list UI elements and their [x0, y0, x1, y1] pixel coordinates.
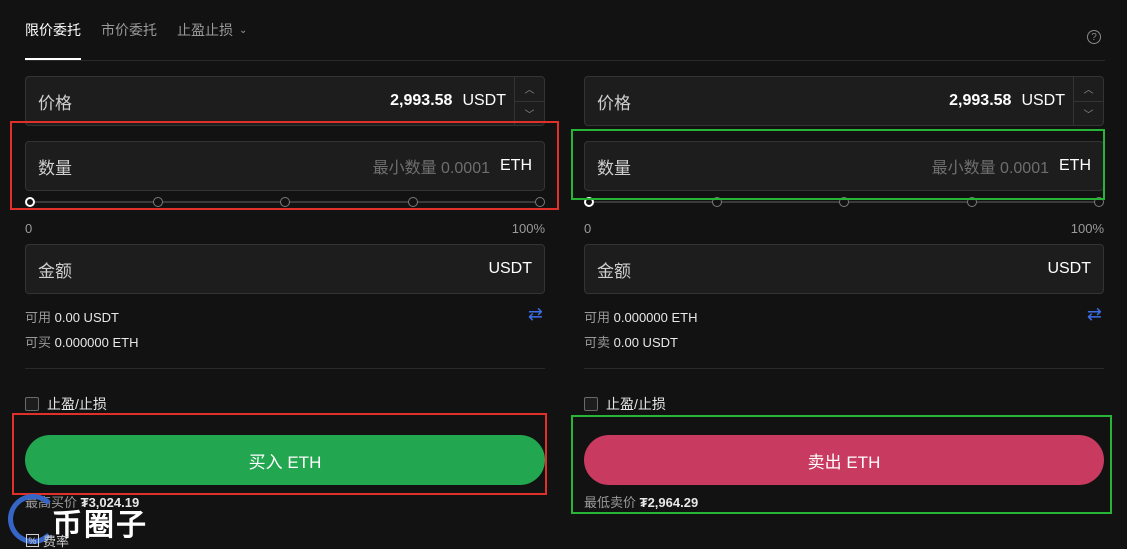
swap-arrows-icon[interactable]: ⇄ [1087, 304, 1102, 325]
amount-label: 金额 [597, 261, 631, 281]
price-stepper: ︿ ﹀ [1073, 77, 1103, 125]
tp-sl-checkbox[interactable]: 止盈/止损 [584, 394, 666, 414]
available-value: 0.000000 ETH [613, 310, 698, 325]
sell-amount-input[interactable]: 金额 USDT [584, 244, 1104, 294]
slider-min-label: 0 [584, 221, 592, 236]
decrement-icon[interactable]: ﹀ [1074, 102, 1103, 126]
slider-step-25[interactable] [711, 197, 722, 207]
sell-price-input[interactable]: 价格 2,993.58 USDT ︿ ﹀ [584, 76, 1104, 126]
max-sell: 可卖 0.00 USDT [584, 332, 678, 351]
slider-handle[interactable] [25, 197, 35, 207]
slider-max-label: 100% [1070, 221, 1104, 236]
quantity-unit: ETH [1059, 157, 1091, 174]
available-balance: 可用 0.00 USDT [25, 307, 119, 326]
amount-unit: USDT [1047, 260, 1091, 277]
sell-button[interactable]: 卖出 ETH [584, 435, 1104, 485]
section-divider [584, 368, 1104, 369]
quantity-label: 数量 [597, 158, 631, 178]
slider-step-75[interactable] [966, 197, 977, 207]
slider-labels: 0 100% [25, 221, 545, 236]
quantity-label: 数量 [38, 158, 72, 178]
price-unit: USDT [462, 92, 506, 109]
sell-panel: 价格 2,993.58 USDT ︿ ﹀ 数量 最小数量 0.0001 ETH … [584, 0, 1104, 549]
min-sell-price-label: 最低卖价 [584, 495, 637, 510]
amount-label: 金额 [38, 261, 72, 281]
buy-panel: 价格 2,993.58 USDT ︿ ﹀ 数量 最小数量 0.0001 ETH … [25, 0, 545, 549]
price-value: 2,993.58 [949, 92, 1012, 109]
slider-handle[interactable] [584, 197, 594, 207]
percent-icon: % [26, 534, 39, 547]
checkbox-icon[interactable] [25, 397, 39, 411]
swap-arrows-icon[interactable]: ⇄ [528, 304, 543, 325]
max-sell-value: 0.00 USDT [613, 335, 678, 350]
fee-rate-link[interactable]: % 费率 [26, 531, 69, 549]
price-label: 价格 [38, 93, 72, 113]
slider-step-25[interactable] [152, 197, 163, 207]
sell-quantity-input[interactable]: 数量 最小数量 0.0001 ETH [584, 141, 1104, 191]
tp-sl-label: 止盈/止损 [606, 396, 666, 412]
tp-sl-label: 止盈/止损 [47, 396, 107, 412]
slider-step-75[interactable] [407, 197, 418, 207]
checkbox-icon[interactable] [584, 397, 598, 411]
buy-percent-slider[interactable] [25, 196, 545, 208]
buy-amount-input[interactable]: 金额 USDT [25, 244, 545, 294]
available-value: 0.00 USDT [54, 310, 119, 325]
slider-max-label: 100% [511, 221, 545, 236]
quantity-unit: ETH [500, 157, 532, 174]
quantity-placeholder: 最小数量 0.0001 [931, 160, 1049, 177]
available-balance: 可用 0.000000 ETH [584, 307, 697, 326]
min-sell-price: 最低卖价 ₮2,964.29 [584, 492, 698, 511]
available-label: 可用 [25, 310, 52, 325]
slider-step-100[interactable] [535, 197, 545, 207]
max-buy: 可买 0.000000 ETH [25, 332, 138, 351]
max-buy-label: 可买 [25, 335, 52, 350]
amount-unit: USDT [488, 260, 532, 277]
decrement-icon[interactable]: ﹀ [515, 102, 544, 126]
increment-icon[interactable]: ︿ [1074, 77, 1103, 102]
price-unit: USDT [1021, 92, 1065, 109]
buy-quantity-input[interactable]: 数量 最小数量 0.0001 ETH [25, 141, 545, 191]
price-stepper: ︿ ﹀ [514, 77, 544, 125]
min-sell-price-value: ₮2,964.29 [639, 495, 699, 510]
slider-step-50[interactable] [280, 197, 290, 207]
buy-price-input[interactable]: 价格 2,993.58 USDT ︿ ﹀ [25, 76, 545, 126]
slider-labels: 0 100% [584, 221, 1104, 236]
buy-button[interactable]: 买入 ETH [25, 435, 545, 485]
max-buy-value: 0.000000 ETH [54, 335, 139, 350]
tp-sl-checkbox[interactable]: 止盈/止损 [25, 394, 107, 414]
fee-label: 费率 [43, 534, 70, 549]
price-label: 价格 [597, 93, 631, 113]
max-sell-label: 可卖 [584, 335, 611, 350]
slider-min-label: 0 [25, 221, 33, 236]
slider-step-100[interactable] [1094, 197, 1104, 207]
slider-step-50[interactable] [839, 197, 849, 207]
quantity-placeholder: 最小数量 0.0001 [372, 160, 490, 177]
increment-icon[interactable]: ︿ [515, 77, 544, 102]
section-divider [25, 368, 545, 369]
available-label: 可用 [584, 310, 611, 325]
sell-percent-slider[interactable] [584, 196, 1104, 208]
price-value: 2,993.58 [390, 92, 453, 109]
